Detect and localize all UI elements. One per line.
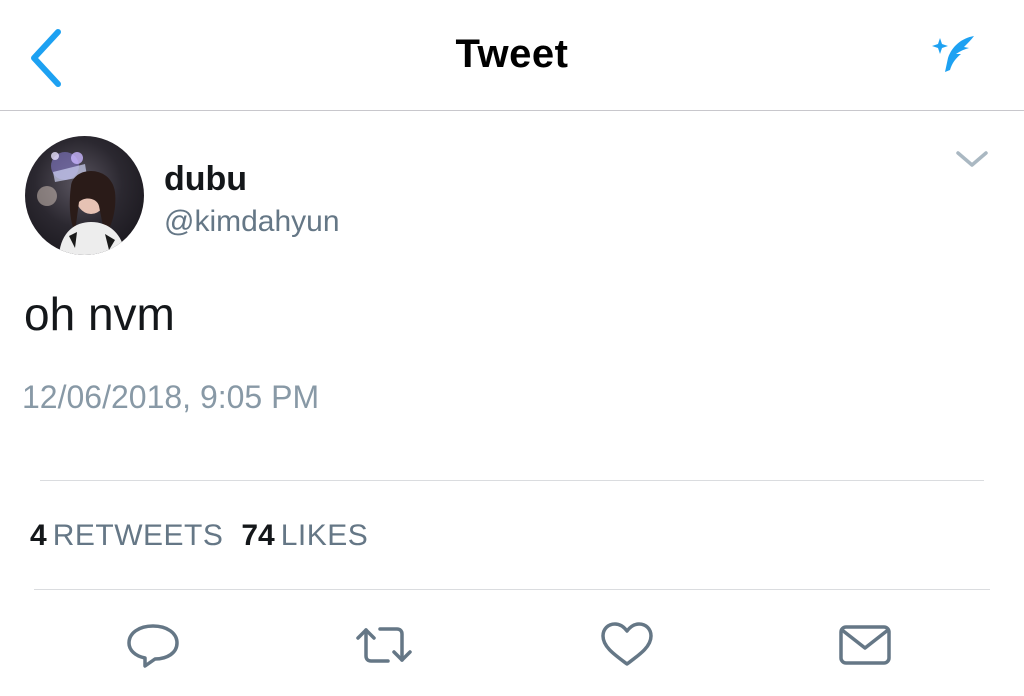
tweet-text: oh nvm xyxy=(24,288,175,340)
likes-count: 74 xyxy=(241,519,275,552)
more-options-button[interactable] xyxy=(952,145,992,175)
tweet-timestamp: 12/06/2018, 9:05 PM xyxy=(22,379,320,415)
compose-button[interactable] xyxy=(928,32,980,80)
likes-label: LIKES xyxy=(280,519,369,552)
envelope-icon xyxy=(839,625,891,665)
tweet-stats: 4 RETWEETS 74 LIKES xyxy=(30,519,368,553)
user-handle[interactable]: @kimdahyun xyxy=(164,205,340,239)
divider xyxy=(40,480,984,481)
reply-button[interactable] xyxy=(123,620,183,670)
compose-tweet-icon xyxy=(932,36,974,72)
direct-message-button[interactable] xyxy=(835,620,895,670)
heart-icon xyxy=(601,622,653,666)
nav-bar: Tweet xyxy=(0,0,1024,111)
page-title: Tweet xyxy=(455,32,569,76)
chevron-down-icon xyxy=(956,151,988,167)
retweet-icon xyxy=(356,627,412,663)
avatar[interactable] xyxy=(25,136,144,255)
like-button[interactable] xyxy=(597,620,657,670)
likes-stat[interactable]: 74 LIKES xyxy=(241,519,368,552)
reply-icon xyxy=(127,624,179,668)
retweets-stat[interactable]: 4 RETWEETS xyxy=(30,519,223,552)
display-name[interactable]: dubu xyxy=(164,160,247,199)
retweet-button[interactable] xyxy=(354,620,414,670)
retweets-label: RETWEETS xyxy=(52,519,224,552)
divider xyxy=(34,589,990,590)
profile-photo xyxy=(37,152,125,255)
retweets-count: 4 xyxy=(30,519,47,552)
tweet-detail-screen: Tweet dubu @kimdahyun oh nvm 12/06/2018,… xyxy=(0,0,1024,696)
